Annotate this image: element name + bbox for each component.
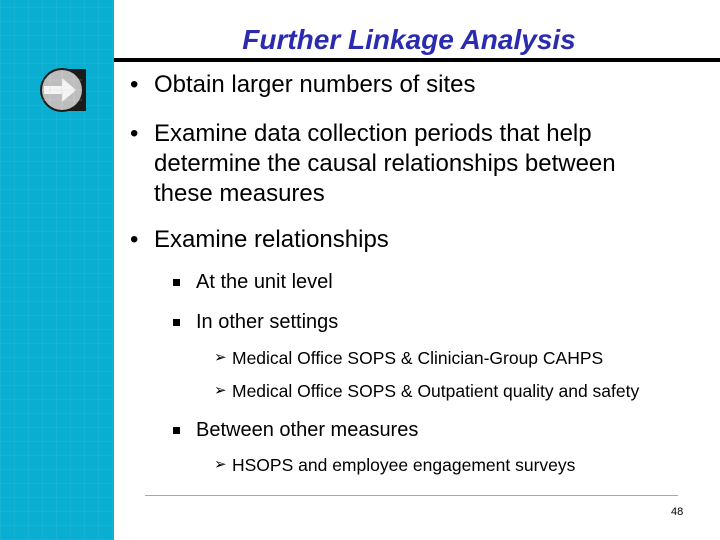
bullet-dot-icon: • bbox=[130, 71, 139, 98]
slide-title: Further Linkage Analysis bbox=[114, 24, 720, 56]
bullet-text: Examine relationships bbox=[154, 226, 389, 253]
sub-bullet-text: In other settings bbox=[196, 311, 339, 333]
sub-sub-bullet-text: Medical Office SOPS & Outpatient quality… bbox=[232, 381, 640, 401]
arrow-bullet-icon: ➢ bbox=[214, 349, 227, 366]
sub-bullet-text: Between other measures bbox=[196, 419, 419, 441]
bullet-dot-icon: • bbox=[130, 226, 139, 253]
arrow-bullet-icon: ➢ bbox=[214, 456, 227, 473]
square-bullet-icon bbox=[173, 319, 180, 326]
bullet-text-line: these measures bbox=[154, 180, 325, 207]
arrow-bullet-icon: ➢ bbox=[214, 382, 227, 399]
square-bullet-icon bbox=[173, 427, 180, 434]
title-rule bbox=[114, 58, 720, 62]
square-bullet-icon bbox=[173, 279, 180, 286]
sub-sub-bullet-text: HSOPS and employee engagement surveys bbox=[232, 455, 576, 475]
footer-rule bbox=[145, 495, 678, 496]
arrow-circle-icon bbox=[40, 68, 86, 112]
bullet-dot-icon: • bbox=[130, 120, 139, 147]
bullet-text-line: determine the causal relationships betwe… bbox=[154, 150, 616, 177]
bullet-text-line: Examine data collection periods that hel… bbox=[154, 120, 592, 147]
slide-title-text: Further Linkage Analysis bbox=[242, 24, 576, 55]
sub-sub-bullet-text: Medical Office SOPS & Clinician-Group CA… bbox=[232, 348, 604, 368]
sub-bullet-text: At the unit level bbox=[196, 271, 333, 293]
page-number: 48 bbox=[671, 506, 684, 518]
bullet-text: Obtain larger numbers of sites bbox=[154, 71, 476, 98]
